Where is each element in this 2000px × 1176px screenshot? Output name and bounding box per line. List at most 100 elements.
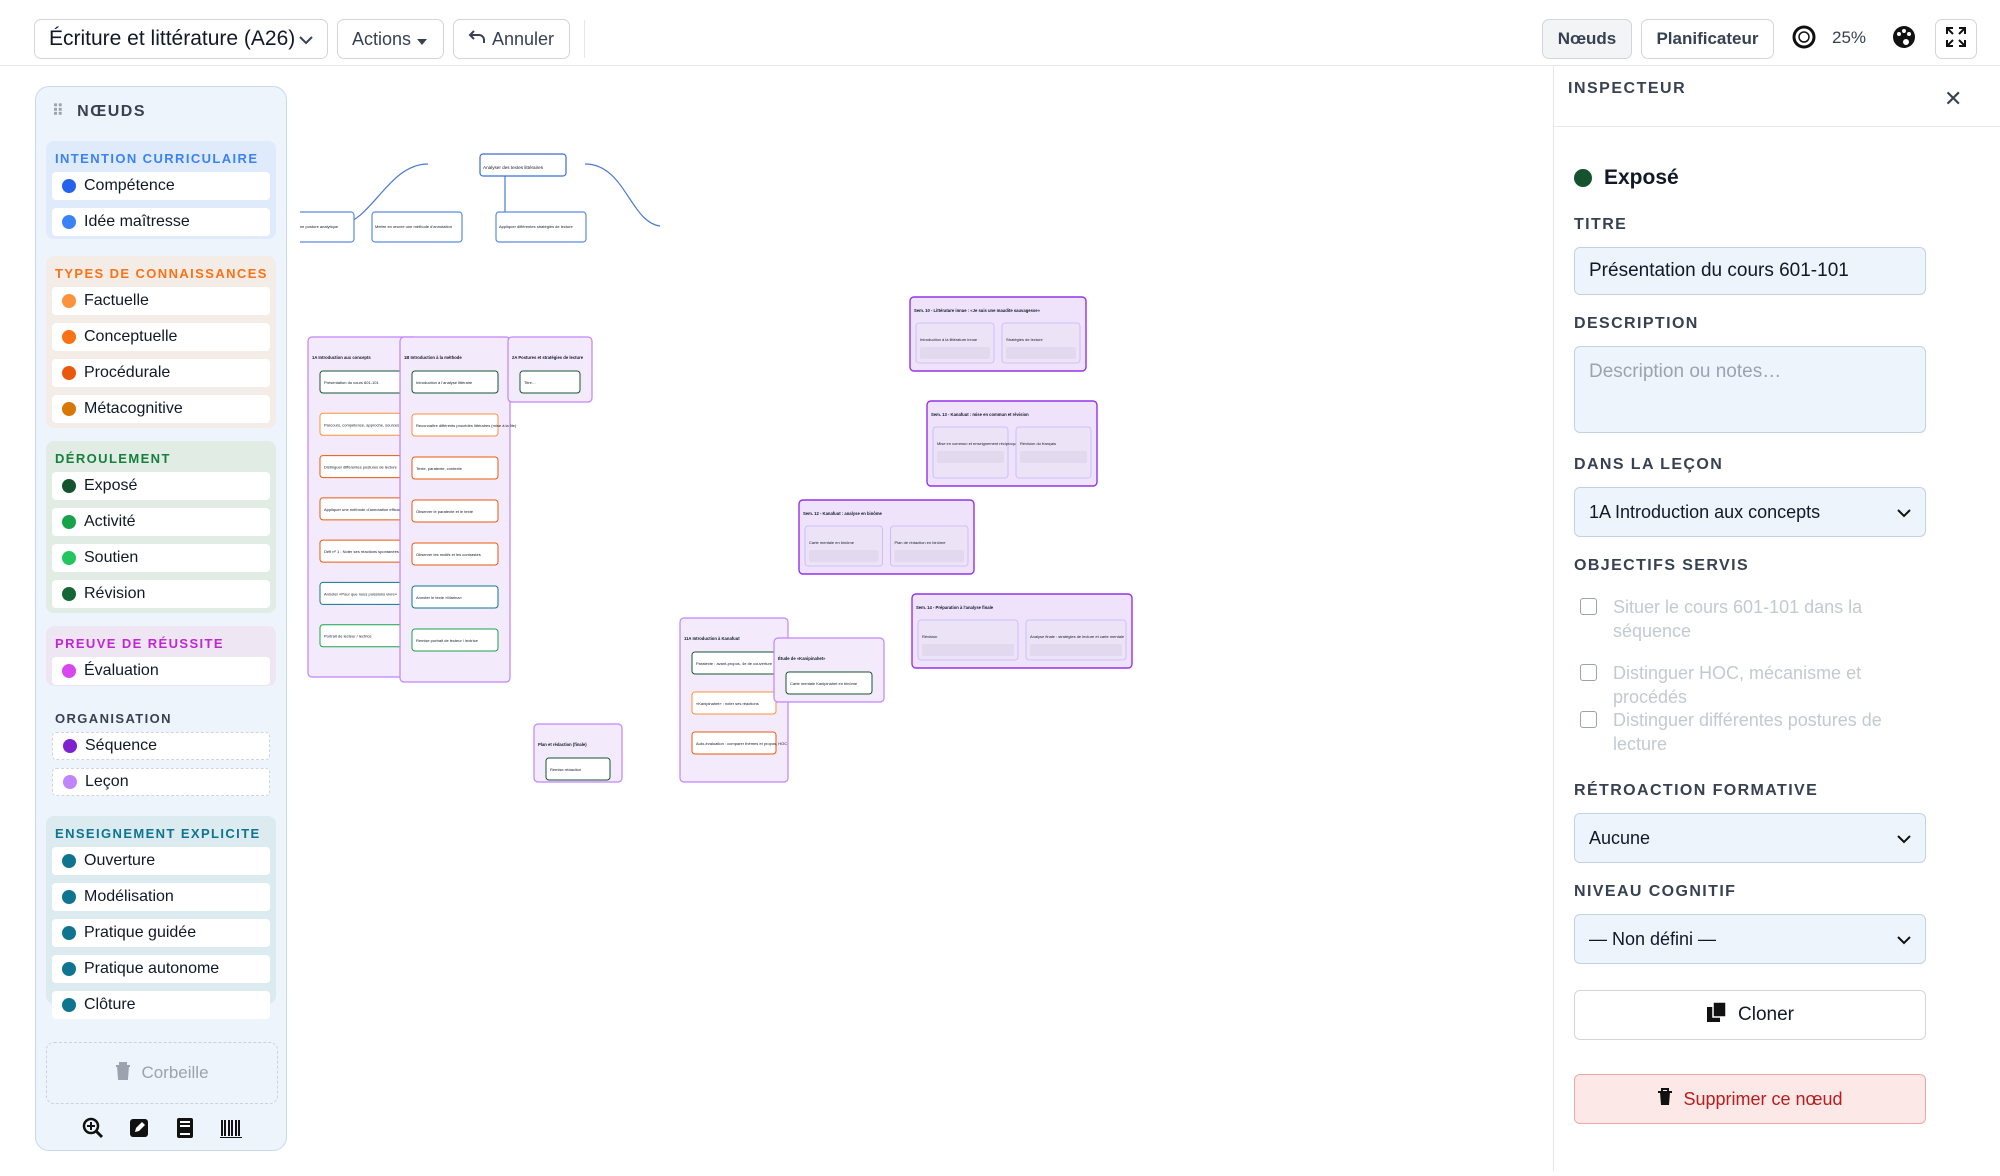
course-select[interactable]: Écriture et littérature (A26) [34, 19, 328, 59]
retro-select[interactable]: Aucune [1574, 813, 1926, 863]
fullscreen-button[interactable] [1935, 19, 1977, 59]
nodes-panel-header[interactable]: ⠿ NŒUDS [52, 101, 146, 121]
drag-handle-icon[interactable]: ⠿ [52, 103, 65, 120]
node-color-dot [63, 775, 77, 789]
lecon-label: DANS LA LEÇON [1574, 456, 1724, 473]
tab-nodes[interactable]: Nœuds [1542, 19, 1632, 59]
trash-label: Corbeille [141, 1063, 209, 1082]
node-type-soutien[interactable]: Soutien [52, 544, 270, 572]
objective-checkbox[interactable] [1580, 598, 1597, 615]
node-type-label: Soutien [84, 549, 139, 566]
node-type-pratique-guidee[interactable]: Pratique guidée [52, 919, 270, 947]
retro-value: Aucune [1589, 827, 1651, 848]
objective-item[interactable]: Distinguer HOC, mécanisme et procédés [1580, 661, 1940, 709]
drop-slot [1006, 347, 1076, 359]
node-color-dot [62, 664, 76, 678]
node-group: INTENTION CURRICULAIRE Compétence Idée maî… [46, 141, 276, 239]
node-type-label: Exposé [84, 477, 138, 494]
objective-item[interactable]: Distinguer différentes postures de lectu… [1580, 708, 1940, 756]
node-type-metacognitive[interactable]: Métacognitive [52, 395, 270, 423]
objective-checkbox[interactable] [1580, 664, 1597, 681]
idea-node-title: Mettre en œuvre une posture analytique [300, 224, 339, 229]
node-group-title: PREUVE DE RÉUSSITE [55, 636, 224, 651]
node-group: ENSEIGNEMENT EXPLICITE Ouverture Modélisat… [46, 816, 276, 1019]
node-type-idee-maitresse[interactable]: Idée maîtresse [52, 208, 270, 236]
edit-icon[interactable] [126, 1115, 152, 1141]
sequence-title: Sem. 10 - Littérature innue : «Je suis u… [914, 308, 1041, 313]
node-type-label: Métacognitive [84, 400, 183, 417]
titre-input[interactable]: Présentation du cours 601-101 [1574, 247, 1926, 295]
node-type-label: Révision [84, 585, 146, 602]
node-group: DÉROULEMENT Exposé Activité Soutien Révision [46, 441, 276, 613]
copy-icon [1706, 1001, 1728, 1029]
retro-label: RÉTROACTION FORMATIVE [1574, 782, 1819, 799]
node-type-evaluation[interactable]: Évaluation [52, 657, 270, 685]
content-node-title: Remise portrait de lecteur / lectrice [416, 638, 479, 643]
zoom-level: 25% [1832, 28, 1867, 47]
undo-label: Annuler [492, 28, 555, 49]
node-type-activite[interactable]: Activité [52, 508, 270, 536]
node-group-title: ORGANISATION [55, 711, 172, 726]
lesson-title: 1B Introduction à la méthode [404, 355, 462, 360]
node-type-sequence[interactable]: Séquence [52, 732, 270, 760]
competence-node-title: Analyser des textes littéraires [483, 165, 544, 170]
clone-button[interactable]: Cloner [1574, 990, 1926, 1040]
description-label: DESCRIPTION [1574, 315, 1699, 332]
description-placeholder: Description ou notes… [1589, 361, 1782, 382]
clone-label: Cloner [1738, 1004, 1794, 1025]
content-node-title: Texte, paratexte, contexte [416, 466, 463, 471]
lesson-title: Étude de «Kanipinahet» [778, 656, 826, 661]
objectifs-label: OBJECTIFS SERVIS [1574, 557, 1750, 574]
close-icon[interactable]: ✕ [1944, 86, 1962, 112]
book-icon[interactable] [172, 1115, 198, 1141]
inspector-panel: INSPECTEUR ✕ Exposé TITRE Présentation d… [1553, 66, 2000, 1171]
niveau-select[interactable]: — Non défini — [1574, 914, 1926, 964]
description-textarea[interactable]: Description ou notes… [1574, 346, 1926, 433]
theme-toggle-button[interactable] [1783, 19, 1825, 59]
node-type-label: Évaluation [84, 662, 159, 679]
trash-dropzone[interactable]: Corbeille [46, 1042, 278, 1104]
node-type-procedurale[interactable]: Procédurale [52, 359, 270, 387]
tab-planner[interactable]: Planificateur [1641, 19, 1774, 59]
node-type-label: Factuelle [84, 292, 149, 309]
content-node-title: Distinguer différentes postures de lectu… [324, 465, 398, 470]
canvas-graph[interactable]: Analyser des textes littéraires Mettre en… [263, 66, 1548, 1171]
objective-item[interactable]: Situer le cours 601-101 dans la séquence [1580, 595, 1940, 643]
node-type-pratique-autonome[interactable]: Pratique autonome [52, 955, 270, 983]
toolbar-divider [584, 20, 585, 58]
delete-node-button[interactable]: Supprimer ce nœud [1574, 1074, 1926, 1124]
canvas[interactable]: Analyser des textes littéraires Mettre en… [263, 66, 1548, 1171]
barcode-icon[interactable] [218, 1115, 244, 1141]
sequence-lesson-title: Introduction à la littérature innue [920, 337, 978, 342]
node-type-revision[interactable]: Révision [52, 580, 270, 608]
lesson-title: Plan et rédaction (finale) [538, 742, 587, 747]
node-type-competence[interactable]: Compétence [52, 172, 270, 200]
content-node-title: Paratexte : avant-propos, 4e de couvertu… [696, 661, 773, 666]
node-type-expose[interactable]: Exposé [52, 472, 270, 500]
palette-button[interactable] [1883, 19, 1925, 59]
content-node-title: Observer les motifs et les contrastes [416, 552, 481, 557]
content-node-title: Titre… [524, 380, 536, 385]
node-type-cloture[interactable]: Clôture [52, 991, 270, 1019]
sequence-lesson-title: Révision du français [1020, 441, 1056, 446]
node-color-dot [62, 890, 76, 904]
node-type-dot [1574, 169, 1592, 187]
node-type-factuelle[interactable]: Factuelle [52, 287, 270, 315]
undo-button[interactable]: Annuler [453, 19, 570, 59]
zoom-search-icon[interactable] [80, 1115, 106, 1141]
objective-checkbox[interactable] [1580, 711, 1597, 728]
chevron-down-icon [1897, 929, 1911, 950]
actions-button[interactable]: Actions [337, 19, 444, 59]
node-type-ouverture[interactable]: Ouverture [52, 847, 270, 875]
lecon-select[interactable]: 1A Introduction aux concepts [1574, 487, 1926, 537]
titre-label: TITRE [1574, 216, 1628, 233]
objective-label: Situer le cours 601-101 dans la séquence [1613, 597, 1863, 641]
node-type-modelisation[interactable]: Modélisation [52, 883, 270, 911]
content-node-title: Défi nº 1 : Noter ses réactions spontané… [324, 549, 399, 554]
content-node-title: Remise rédaction [550, 767, 581, 772]
sequence-lesson-title: Analyse finale : stratégies de lecture e… [1030, 634, 1125, 639]
node-type-label: Activité [84, 513, 136, 530]
sequence-lesson-title: Stratégies de lecture [1006, 337, 1043, 342]
node-type-conceptuelle[interactable]: Conceptuelle [52, 323, 270, 351]
node-type-lecon[interactable]: Leçon [52, 768, 270, 796]
